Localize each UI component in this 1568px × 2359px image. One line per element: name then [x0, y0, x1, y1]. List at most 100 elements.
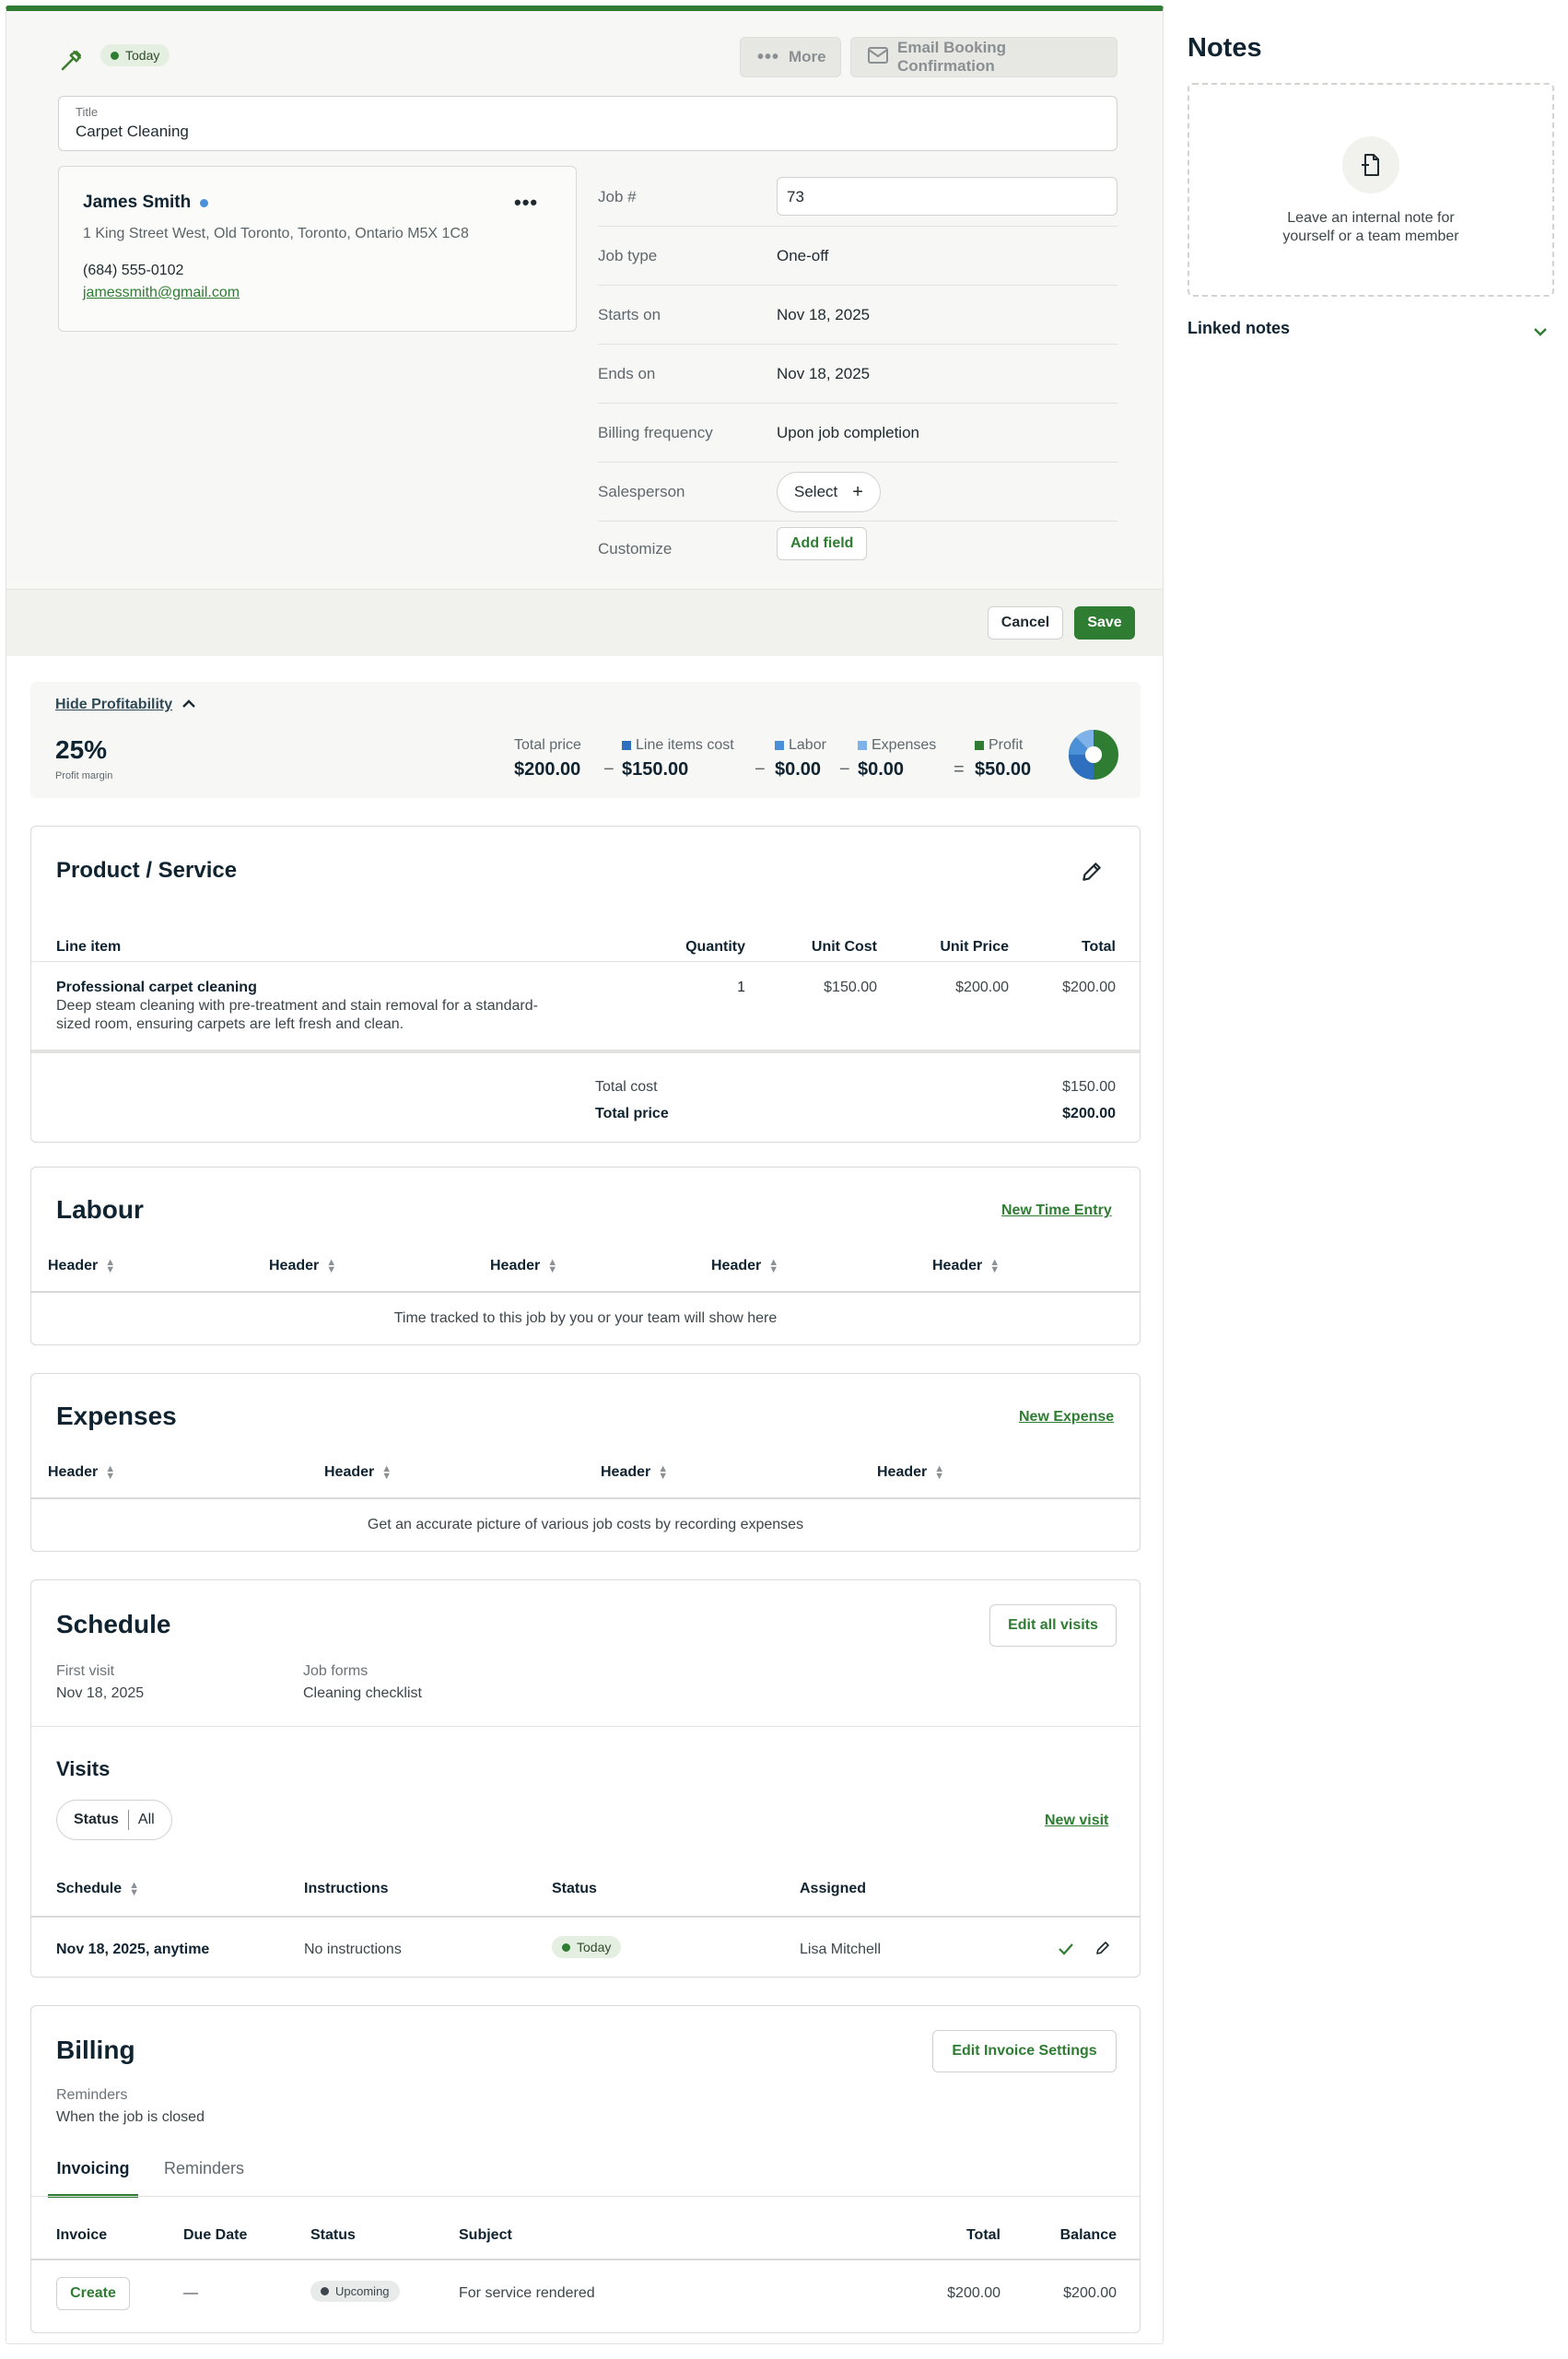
billing-card: Billing Edit Invoice Settings Reminders …: [30, 2005, 1141, 2333]
invoice-total: $200.00: [947, 2285, 1000, 2301]
expenses-legend: Expenses: [858, 737, 936, 754]
minus-sign: −: [755, 759, 766, 780]
labour-col-3[interactable]: Header ▲ ▼: [490, 1257, 558, 1275]
schedule-title: Schedule: [56, 1610, 171, 1638]
client-status-dot: [200, 198, 209, 207]
divider: [31, 1291, 1140, 1293]
sort-icon: ▲ ▼: [934, 1463, 945, 1482]
job-number-row: Job # 73: [598, 168, 1117, 227]
client-address: 1 King Street West, Old Toronto, Toronto…: [83, 226, 469, 241]
header-label: Header: [601, 1464, 651, 1480]
email-booking-button[interactable]: Email Booking Confirmation: [850, 37, 1117, 77]
billing-frequency-row: Billing frequency Upon job completion: [598, 404, 1117, 463]
tab-invoicing[interactable]: Invoicing: [48, 2159, 138, 2198]
notes-title: Notes: [1188, 33, 1262, 63]
total-price-label: Total price: [514, 737, 581, 753]
sort-icon: ▲ ▼: [989, 1257, 1000, 1275]
sort-icon: ▲ ▼: [326, 1257, 337, 1275]
visits-col-status: Status: [552, 1881, 597, 1896]
new-time-entry-link[interactable]: New Time Entry: [1001, 1203, 1112, 1219]
filter-value: All: [137, 1812, 155, 1827]
new-visit-link[interactable]: New visit: [1045, 1813, 1108, 1829]
pencil-icon[interactable]: [1094, 1940, 1111, 1961]
hide-profitability-toggle[interactable]: Hide Profitability: [55, 697, 196, 713]
expenses-col-1[interactable]: Header ▲ ▼: [48, 1463, 116, 1482]
profit-donut-chart: [1069, 730, 1118, 784]
reminders-value: When the job is closed: [56, 2109, 205, 2125]
labour-col-5[interactable]: Header ▲ ▼: [932, 1257, 1000, 1275]
labour-col-2[interactable]: Header ▲ ▼: [269, 1257, 337, 1275]
new-expense-link[interactable]: New Expense: [1019, 1409, 1114, 1426]
create-invoice-button[interactable]: Create: [56, 2277, 130, 2310]
labour-col-1[interactable]: Header ▲ ▼: [48, 1258, 115, 1275]
header-label: Header: [490, 1258, 541, 1273]
visit-schedule[interactable]: Nov 18, 2025, anytime: [56, 1942, 209, 1958]
chevron-down-icon[interactable]: [1533, 323, 1548, 341]
sort-icon: ▲ ▼: [105, 1463, 116, 1482]
save-label: Save: [1087, 615, 1122, 630]
profit-label: Profit: [989, 737, 1024, 753]
invoice-status-label: Upcoming: [335, 2284, 390, 2298]
job-number-label: Job #: [598, 188, 637, 205]
header-label: Header: [711, 1258, 762, 1273]
divider: [31, 1726, 1140, 1727]
expenses-title: Expenses: [56, 1402, 177, 1430]
linked-notes-toggle[interactable]: Linked notes: [1188, 319, 1290, 338]
customize-row: Customize Add field: [598, 522, 1117, 581]
edit-invoice-settings-label: Edit Invoice Settings: [952, 2043, 1097, 2059]
add-field-button[interactable]: Add field: [777, 527, 868, 560]
email-label: Email Booking Confirmation: [897, 39, 1007, 75]
profit-margin-label: Profit margin: [55, 770, 113, 781]
invoice-due-date: —: [183, 2285, 198, 2301]
add-note-dropzone[interactable]: Leave an internal note for yourself or a…: [1188, 83, 1554, 297]
total-price-label: Total price: [595, 1106, 669, 1121]
pencil-icon[interactable]: [1080, 860, 1104, 888]
tab-reminders-label: Reminders: [164, 2159, 245, 2177]
salesperson-row: Salesperson Select +: [598, 463, 1117, 522]
client-name[interactable]: James Smith: [83, 193, 191, 213]
sort-icon: ▲ ▼: [129, 1880, 140, 1898]
client-email[interactable]: jamessmith@gmail.com: [83, 285, 240, 301]
title-field-label: Title: [76, 105, 99, 119]
filter-label: Status: [74, 1812, 119, 1827]
invoice-col-invoice: Invoice: [56, 2227, 108, 2243]
first-visit-label: First visit: [56, 1663, 115, 1679]
sort-icon: ▲ ▼: [547, 1257, 558, 1275]
col-quantity: Quantity: [685, 939, 745, 955]
more-button[interactable]: ••• More: [740, 37, 841, 77]
expenses-col-3[interactable]: Header ▲ ▼: [601, 1464, 668, 1482]
visits-col-schedule[interactable]: Schedule ▲ ▼: [56, 1880, 140, 1898]
labour-title: Labour: [56, 1195, 144, 1224]
edit-all-visits-button[interactable]: Edit all visits: [989, 1604, 1117, 1647]
save-button[interactable]: Save: [1074, 606, 1135, 640]
cancel-button[interactable]: Cancel: [988, 606, 1063, 640]
salesperson-select[interactable]: Select +: [777, 472, 881, 512]
invoice-balance: $200.00: [1063, 2285, 1117, 2301]
divider: [31, 2259, 1140, 2260]
labor-legend: Labor: [775, 737, 826, 754]
header-label: Header: [877, 1464, 928, 1480]
donut-hole: [1085, 746, 1102, 763]
expenses-col-2[interactable]: Header ▲ ▼: [324, 1464, 392, 1482]
client-phone[interactable]: (684) 555-0102: [83, 263, 183, 279]
check-icon[interactable]: [1058, 1942, 1074, 1961]
billing-title: Billing: [56, 2036, 135, 2064]
add-field-label: Add field: [790, 535, 854, 551]
tab-reminders[interactable]: Reminders: [164, 2159, 244, 2178]
expenses-col-4[interactable]: Header ▲ ▼: [877, 1463, 945, 1482]
title-field-value: Carpet Cleaning: [76, 123, 189, 140]
add-note-icon: [1342, 136, 1399, 194]
title-field[interactable]: Title Carpet Cleaning: [58, 96, 1117, 151]
total-cost-value: $150.00: [1062, 1079, 1116, 1095]
job-main-panel: Today ••• More Email Booking Confirmatio…: [6, 6, 1164, 2344]
edit-invoice-settings-button[interactable]: Edit Invoice Settings: [932, 2030, 1117, 2072]
job-number-input[interactable]: 73: [777, 177, 1117, 216]
labor-swatch: [775, 741, 784, 750]
labour-col-4[interactable]: Header ▲ ▼: [711, 1258, 778, 1275]
minus-sign: −: [603, 759, 614, 780]
client-menu-button[interactable]: •••: [514, 191, 538, 215]
visit-status-filter[interactable]: Status All: [56, 1800, 172, 1840]
ends-on-label: Ends on: [598, 365, 656, 382]
header-label: Header: [932, 1258, 983, 1273]
notes-empty-line-1: Leave an internal note for: [1287, 210, 1455, 226]
